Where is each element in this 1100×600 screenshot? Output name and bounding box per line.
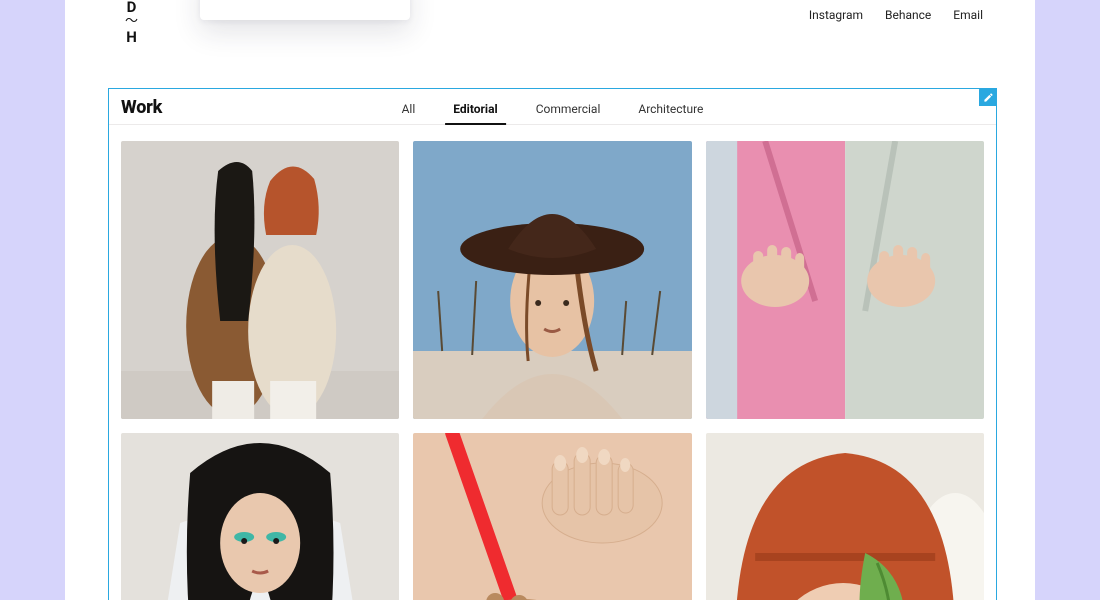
logo-glyph-bottom: H: [126, 28, 138, 46]
gallery-item[interactable]: [706, 141, 984, 419]
tab-all[interactable]: All: [400, 102, 418, 124]
site-logo[interactable]: D 〜 H: [123, 0, 141, 46]
nav-link-behance[interactable]: Behance: [885, 8, 931, 22]
floating-toolbar-card[interactable]: [200, 0, 410, 20]
tab-editorial[interactable]: Editorial: [451, 102, 499, 124]
section-header: Work All Editorial Commercial Architectu…: [109, 89, 996, 125]
gallery-item[interactable]: [413, 141, 691, 419]
nav-link-instagram[interactable]: Instagram: [809, 8, 863, 22]
section-title: Work: [121, 97, 162, 124]
filter-tabs: All Editorial Commercial Architecture: [400, 102, 706, 124]
nav-link-email[interactable]: Email: [953, 8, 983, 22]
top-bar: D 〜 H Instagram Behance Email: [65, 0, 1035, 88]
logo-glyph-mid: 〜: [125, 17, 139, 27]
tab-commercial[interactable]: Commercial: [534, 102, 603, 124]
header-nav: Instagram Behance Email: [809, 8, 983, 22]
work-grid: [109, 125, 996, 600]
gallery-item[interactable]: [121, 433, 399, 600]
work-section-selected[interactable]: Work All Editorial Commercial Architectu…: [108, 88, 997, 600]
gallery-item[interactable]: [706, 433, 984, 600]
gallery-item[interactable]: [413, 433, 691, 600]
tab-architecture[interactable]: Architecture: [636, 102, 705, 124]
page-canvas: D 〜 H Instagram Behance Email Work All E…: [65, 0, 1035, 600]
gallery-item[interactable]: [121, 141, 399, 419]
